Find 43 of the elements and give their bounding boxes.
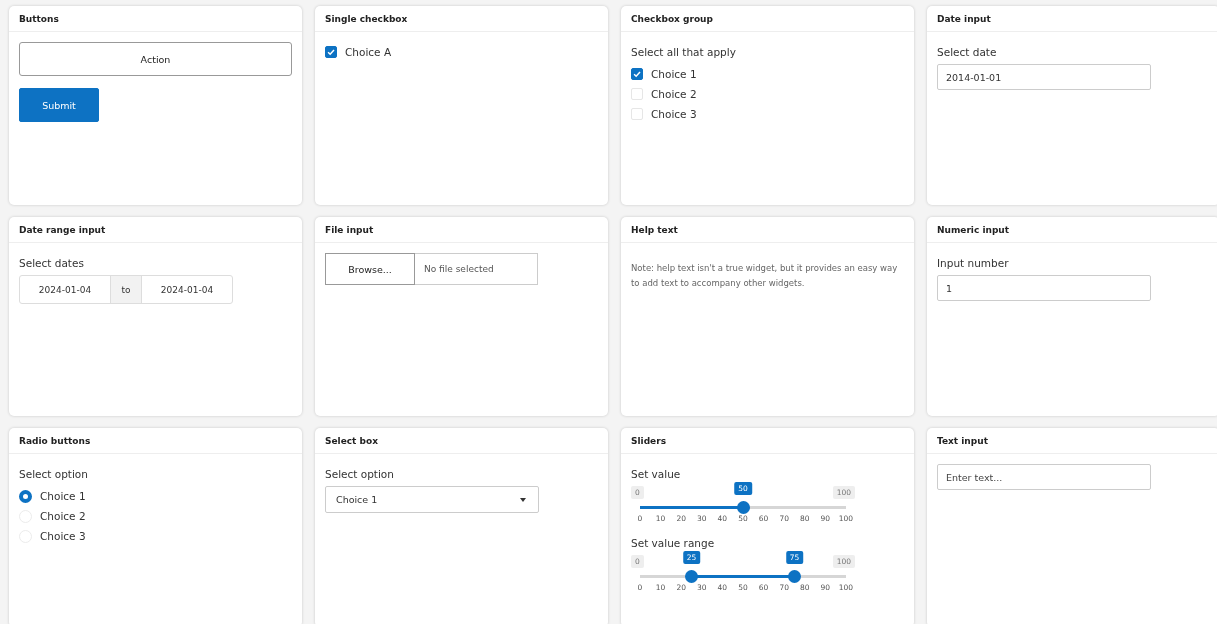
browse-button[interactable]: Browse...	[325, 253, 415, 285]
option-label: Choice 2	[40, 510, 86, 522]
select-box[interactable]: Choice 1	[325, 486, 539, 513]
number-field[interactable]: 1	[937, 275, 1151, 301]
field-label: Input number	[937, 257, 1009, 269]
card-title: Buttons	[9, 6, 302, 32]
field-label: Select date	[937, 46, 997, 58]
checkbox[interactable]	[631, 68, 643, 80]
card-title: Date input	[927, 6, 1217, 32]
card-title: Text input	[927, 428, 1217, 454]
slider-handle[interactable]	[685, 570, 698, 583]
slider-handle[interactable]	[736, 501, 750, 514]
option-label: Choice A	[345, 46, 392, 58]
caret-icon	[520, 497, 526, 502]
checkbox[interactable]	[325, 46, 337, 58]
slider-handle[interactable]	[788, 570, 801, 583]
field-label: Select all that apply	[631, 46, 736, 58]
field-label: Select option	[19, 468, 88, 480]
field-label: Set value	[631, 468, 681, 480]
card-title: Help text	[621, 217, 914, 243]
card-title: Single checkbox	[315, 6, 608, 32]
option-label: Choice 3	[40, 530, 86, 542]
text-field[interactable]: Enter text...	[937, 464, 1151, 490]
option-label: Choice 1	[40, 490, 86, 502]
submit-button[interactable]: Submit	[19, 88, 99, 122]
help-text: Note: help text isn't a true widget, but it provides an easy way to add text to accompany other widgets.	[631, 262, 899, 290]
field-label: Set value range	[631, 537, 715, 549]
card-title: Select box	[315, 428, 608, 454]
option-label: Choice 2	[651, 88, 697, 100]
radio-button[interactable]	[19, 489, 32, 503]
field-label: Select dates	[19, 257, 84, 269]
option-label: Choice 3	[651, 108, 697, 120]
card-title: File input	[315, 217, 608, 243]
card-title: Checkbox group	[621, 6, 914, 32]
card-title: Sliders	[621, 428, 914, 454]
field-label: Select option	[325, 468, 394, 480]
date-field[interactable]: 2014-01-01	[937, 64, 1151, 90]
file-name-field[interactable]: No file selected	[415, 253, 538, 285]
action-button[interactable]: Action	[19, 42, 292, 76]
card-title: Date range input	[9, 217, 302, 243]
card-title: Numeric input	[927, 217, 1217, 243]
option-label: Choice 1	[651, 68, 697, 80]
card-title: Radio buttons	[9, 428, 302, 454]
